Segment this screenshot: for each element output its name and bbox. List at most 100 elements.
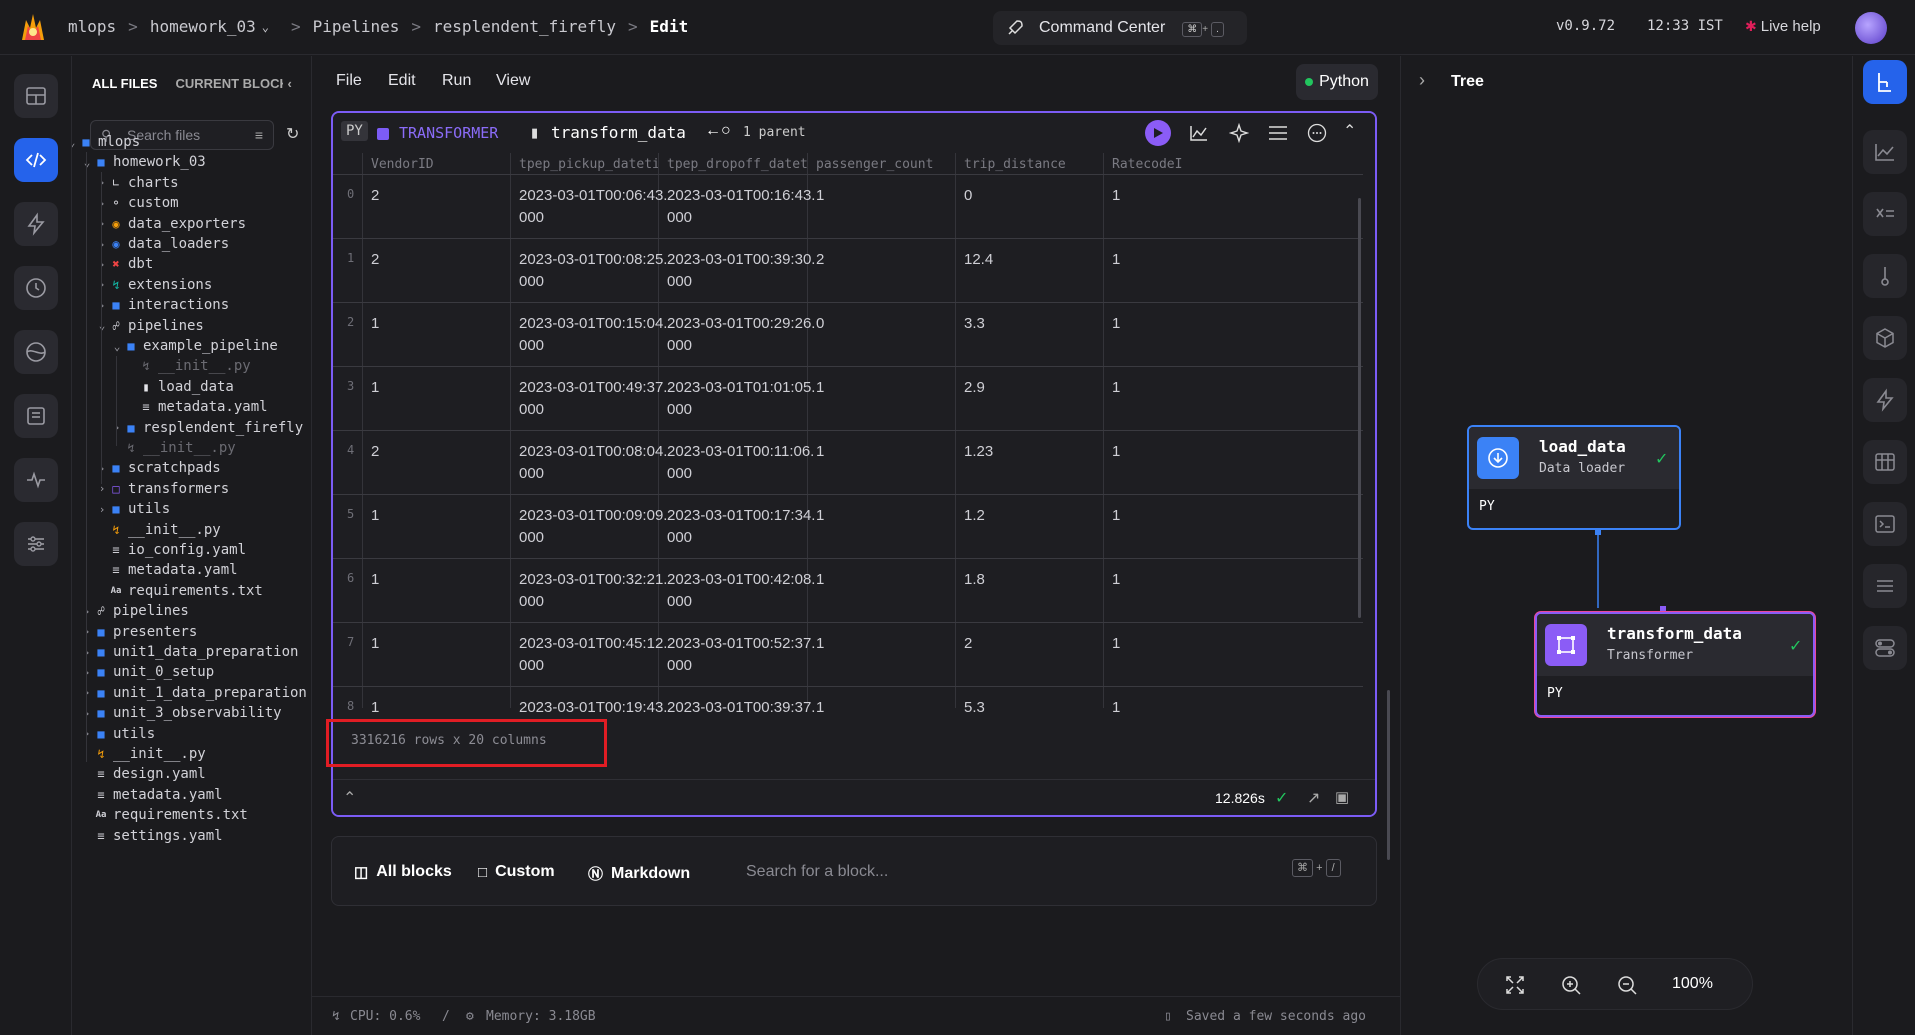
chevron-right-icon[interactable]: › (111, 421, 123, 434)
file-tree-item[interactable]: › ■ unit_3_observability (81, 703, 282, 723)
refresh-icon[interactable]: ↻ (286, 124, 299, 144)
code-editor-nav-button[interactable] (14, 138, 58, 182)
table-row[interactable]: 5 1 2023-03-01T00:09:09. 000 2023-03-01T00:… (333, 494, 1363, 558)
file-tree-item[interactable]: › ■ utils (96, 499, 170, 519)
tree-view-button[interactable] (1863, 60, 1907, 104)
block-search-input[interactable]: Search for a block... (746, 863, 888, 881)
file-tree-item[interactable]: ⌄ ☍ pipelines (96, 316, 204, 336)
collapse-block-icon[interactable]: ⌃ (1343, 121, 1356, 141)
all-blocks-button[interactable]: ◫ All blocks (354, 863, 452, 881)
sparkle-icon[interactable] (1229, 123, 1249, 143)
chevron-right-icon[interactable]: › (96, 503, 108, 516)
file-tree-item[interactable]: ↯ __init__.py (81, 744, 205, 764)
monitor-nav-button[interactable] (14, 458, 58, 502)
custom-block-button[interactable]: □ Custom (478, 863, 555, 881)
chevron-right-icon[interactable]: › (96, 482, 108, 495)
tree-node-load-data[interactable]: load_data Data loader ✓ PY (1467, 425, 1681, 530)
file-tree-item[interactable]: › ■ resplendent_firefly (111, 418, 303, 438)
chevron-right-icon[interactable]: › (81, 605, 93, 618)
table-row[interactable]: 3 1 2023-03-01T00:49:37. 000 2023-03-01T01:… (333, 366, 1363, 430)
file-tree-item[interactable]: › ■ unit1_data_preparation (81, 642, 299, 662)
pipelines-nav-button[interactable] (14, 74, 58, 118)
data-table-view-button[interactable] (1863, 440, 1907, 484)
open-external-icon[interactable]: ↗ (1307, 788, 1320, 808)
tab-current-block[interactable]: CURRENT BLOCK (175, 76, 283, 93)
menu-edit[interactable]: Edit (388, 72, 416, 90)
save-output-icon[interactable]: ▣ (1335, 788, 1349, 806)
file-tree-item[interactable]: › ⚬ custom (96, 193, 179, 213)
breadcrumb-workspace[interactable]: homework_03 (150, 17, 256, 36)
tree-node-transform-data[interactable]: transform_data Transformer ✓ PY (1535, 612, 1815, 717)
chevron-right-icon[interactable]: › (81, 686, 93, 699)
file-tree-item[interactable]: ≡ io_config.yaml (96, 540, 246, 560)
breadcrumb-project[interactable]: mlops (68, 17, 116, 36)
file-tree-item[interactable]: ≡ design.yaml (81, 764, 205, 784)
file-tree-item[interactable]: ≡ settings.yaml (81, 826, 222, 846)
avatar[interactable] (1855, 12, 1887, 44)
zoom-in-icon[interactable] (1560, 974, 1582, 996)
filter-icon[interactable]: ≡ (255, 121, 263, 149)
charts-view-button[interactable] (1863, 130, 1907, 174)
file-tree-item[interactable]: › ↯ extensions (96, 275, 213, 295)
kernel-status-button[interactable]: Python (1296, 64, 1378, 100)
chevron-right-icon[interactable]: › (96, 238, 108, 251)
breadcrumb-pipeline-name[interactable]: resplendent_firefly (433, 17, 616, 36)
zoom-out-icon[interactable] (1616, 974, 1638, 996)
triggers-nav-button[interactable] (14, 202, 58, 246)
file-tree-item[interactable]: › ■ presenters (81, 622, 198, 642)
chart-icon[interactable] (1189, 123, 1209, 143)
markdown-block-button[interactable]: Ⓝ Markdown (588, 863, 690, 884)
more-options-icon[interactable] (1307, 123, 1327, 143)
file-tree-item[interactable]: Aa requirements.txt (96, 581, 263, 601)
block-parents-label[interactable]: 1 parent (743, 125, 806, 140)
file-tree-item[interactable]: › ∟ charts (96, 173, 179, 193)
runs-nav-button[interactable] (14, 266, 58, 310)
variables-view-button[interactable] (1863, 192, 1907, 236)
secrets-view-button[interactable] (1863, 254, 1907, 298)
collapse-output-icon[interactable]: ⌃ (343, 788, 356, 808)
file-tree-item[interactable]: › ■ unit_0_setup (81, 662, 214, 682)
chevron-down-icon[interactable]: ⌄ (96, 319, 108, 332)
chevron-right-icon[interactable]: › (81, 625, 93, 638)
chevron-right-icon[interactable]: › (81, 707, 93, 720)
file-tree-item[interactable]: › ■ unit_1_data_preparation (81, 683, 307, 703)
settings-view-button[interactable] (1863, 564, 1907, 608)
block-name[interactable]: transform_data (551, 123, 686, 142)
file-tree-item[interactable]: › ☍ pipelines (81, 601, 189, 621)
file-tree-item[interactable]: ≡ metadata.yaml (126, 397, 267, 417)
chevron-right-icon[interactable]: › (96, 197, 108, 210)
file-tree-item[interactable]: ≡ metadata.yaml (81, 785, 222, 805)
mage-logo-icon[interactable] (16, 10, 50, 44)
triggers-view-button[interactable] (1863, 378, 1907, 422)
settings-nav-button[interactable] (14, 522, 58, 566)
extensions-view-button[interactable] (1863, 316, 1907, 360)
file-tree-item[interactable]: ⌄■mlops (72, 132, 140, 152)
file-tree-item[interactable]: Aa requirements.txt (81, 805, 248, 825)
table-row[interactable]: 0 2 2023-03-01T00:06:43. 000 2023-03-01T00:… (333, 174, 1363, 238)
chevron-right-icon[interactable]: › (96, 278, 108, 291)
file-tree-item[interactable]: › ■ utils (81, 724, 155, 744)
menu-view[interactable]: View (496, 72, 530, 90)
file-tree-item[interactable]: › ◉ data_loaders (96, 234, 229, 254)
chevron-down-icon[interactable]: ⌄ (262, 20, 269, 34)
logs-nav-button[interactable] (14, 394, 58, 438)
run-block-button[interactable] (1145, 120, 1171, 146)
widgets-view-button[interactable] (1863, 626, 1907, 670)
terminal-view-button[interactable] (1863, 502, 1907, 546)
chevron-left-icon[interactable]: ‹ (287, 76, 291, 93)
file-tree-item[interactable]: ⌄ ■ example_pipeline (111, 336, 278, 356)
chevron-right-icon[interactable]: › (96, 217, 108, 230)
menu-run[interactable]: Run (442, 72, 471, 90)
chevron-right-icon[interactable]: › (96, 258, 108, 271)
file-tree-item[interactable]: ≡ metadata.yaml (96, 560, 237, 580)
chevron-right-icon[interactable]: › (96, 176, 108, 189)
file-tree-item[interactable]: ↯ __init__.py (96, 520, 220, 540)
tab-all-files[interactable]: ALL FILES (92, 76, 157, 93)
file-tree-item[interactable]: ⌄ ■ homework_03 (81, 152, 206, 172)
live-help-link[interactable]: ✱ Live help (1745, 18, 1821, 35)
global-nav-button[interactable] (14, 330, 58, 374)
chevron-down-icon[interactable]: ⌄ (111, 340, 123, 353)
breadcrumb-pipelines[interactable]: Pipelines (313, 17, 400, 36)
command-center-button[interactable]: Command Center ⌘ +. (993, 11, 1247, 45)
editor-scrollbar[interactable] (1387, 690, 1390, 860)
